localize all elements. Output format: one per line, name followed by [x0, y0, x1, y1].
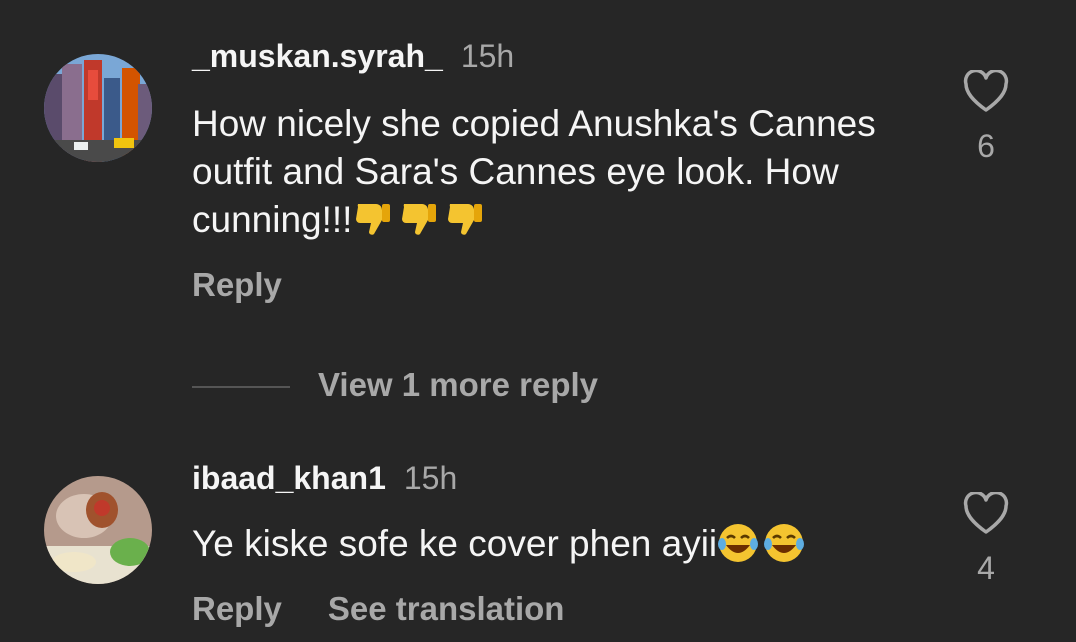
divider-line — [192, 386, 290, 388]
laughing-tears-icon — [763, 523, 809, 564]
food-photo-avatar-image — [44, 476, 152, 584]
view-more-replies-label: View 1 more reply — [318, 366, 599, 403]
city-street-avatar-image — [44, 54, 152, 162]
avatar[interactable] — [44, 54, 152, 162]
comment-text: How nicely she copied Anushka's Cannes o… — [192, 100, 912, 244]
thumbs-down-icon — [444, 199, 490, 240]
heart-icon[interactable] — [962, 70, 1010, 114]
comment-body: How nicely she copied Anushka's Cannes o… — [192, 103, 876, 240]
comment-body: Ye kiske sofe ke cover phen ayii — [192, 523, 718, 564]
thumbs-down-icon — [398, 199, 444, 240]
thumbs-down-icon — [352, 199, 398, 240]
comment-actions: Reply See translation — [192, 590, 564, 628]
username-link[interactable]: ibaad_khan1 — [192, 460, 386, 496]
like-count: 6 — [977, 128, 995, 164]
laughing-tears-icon — [717, 523, 763, 564]
reply-button[interactable]: Reply — [192, 266, 282, 304]
comment-header: _muskan.syrah_ 15h — [192, 38, 514, 75]
see-translation-button[interactable]: See translation — [328, 590, 565, 627]
username-link[interactable]: _muskan.syrah_ — [192, 38, 443, 74]
timestamp: 15h — [460, 38, 515, 74]
heart-icon[interactable] — [962, 492, 1010, 536]
comment-text: Ye kiske sofe ke cover phen ayii — [192, 520, 912, 568]
reply-button[interactable]: Reply — [192, 590, 282, 627]
avatar[interactable] — [44, 476, 152, 584]
like-count: 4 — [977, 550, 995, 586]
comment-header: ibaad_khan1 15h — [192, 460, 457, 497]
timestamp: 15h — [403, 460, 458, 496]
